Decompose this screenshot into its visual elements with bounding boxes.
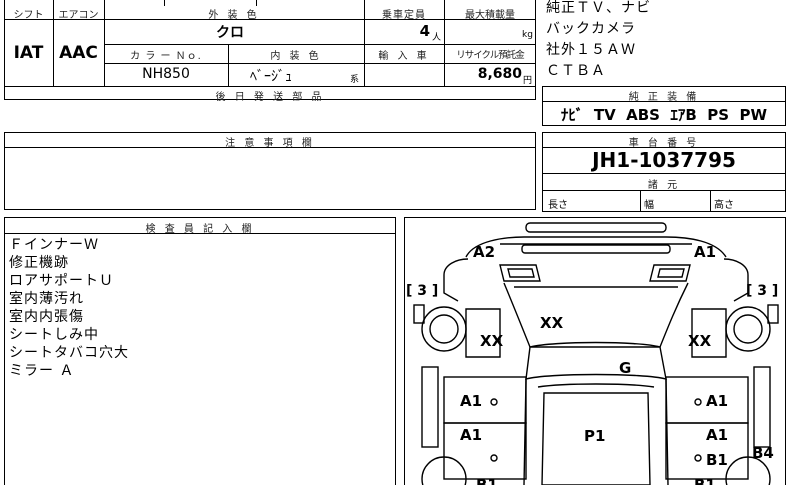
recycle-fee-unit: 円 — [523, 76, 533, 86]
mark-door-fr: A1 — [706, 392, 728, 410]
import-label: 輸 入 車 — [378, 51, 430, 62]
mark-door-fl: A1 — [460, 392, 482, 410]
passengers-unit: 人 — [432, 33, 442, 43]
mark-bottom-right: B1 — [694, 476, 716, 485]
int-color-label: 内 装 色 — [270, 51, 322, 62]
mark-hood: XX — [540, 314, 564, 332]
later-parts-label: 後 日 発 送 部 品 — [215, 92, 325, 103]
height-label: 高さ — [714, 200, 734, 211]
inspector-note: 室内薄汚れ — [9, 291, 84, 307]
width-label: 幅 — [644, 200, 654, 211]
chassis-number: JH1-1037795 — [592, 148, 736, 172]
passengers-value: 4 — [419, 22, 430, 40]
length-label: 長さ — [548, 200, 568, 211]
car-diagram: [ 3 ] [ 3 ] A2 A1 XX XX XX G A1 A1 A1 A1… — [406, 222, 779, 485]
shift-value: IAT — [13, 43, 44, 63]
option-line-1: 純正ＴＶ、ナビ — [546, 0, 651, 16]
int-color-suffix: 系 — [350, 75, 360, 85]
mark-roof: P1 — [584, 427, 605, 445]
inspector-label: 検 査 員 記 入 欄 — [145, 224, 255, 235]
ext-color-label: 外 装 色 — [208, 10, 260, 21]
recycle-fee-value: 8,680 — [477, 66, 522, 82]
passengers-label: 乗車定員 — [382, 10, 426, 21]
mark-door-rr: A1 — [706, 426, 728, 444]
mark-front-left: A2 — [473, 243, 495, 261]
int-color-value: ﾍﾞｰｼﾞｭ — [250, 69, 292, 85]
equipment-label: 純 正 装 備 — [628, 92, 700, 103]
inspector-note: 修正機跡 — [9, 255, 69, 271]
aircon-value: AAC — [59, 43, 98, 63]
mark-fender-right: XX — [688, 332, 712, 350]
inspector-note: ＦインナーＷ — [9, 237, 99, 253]
inspector-note: 室内内張傷 — [9, 309, 84, 325]
mark-quarter-right: B4 — [752, 444, 774, 462]
inspector-note: ロアサポートＵ — [9, 273, 114, 289]
bracket-left: [ 3 ] — [406, 283, 438, 299]
option-line-2: バックカメラ — [546, 21, 636, 37]
equipment-items: ﾅﾋﾞ TV ABS ｴｱB PS PW — [560, 106, 768, 124]
inspector-note: シートタバコ穴大 — [9, 345, 129, 361]
mark-windshield: G — [619, 359, 631, 377]
max-load-unit: kg — [522, 30, 533, 40]
mark-door-rl: A1 — [460, 426, 482, 444]
specs-label: 諸 元 — [647, 180, 681, 191]
color-no-label: カ ラ ー Ｎｏ. — [130, 51, 202, 62]
recycle-label: リサイクル預託金 — [456, 50, 525, 61]
shift-label: シフト — [13, 10, 44, 21]
max-load-label: 最大積載量 — [465, 10, 515, 21]
aircon-label: エアコン — [58, 10, 99, 21]
mark-door-rr2: B1 — [706, 451, 728, 469]
option-line-3: 社外１５ＡＷ — [546, 42, 636, 58]
mark-fender-left: XX — [480, 332, 504, 350]
bracket-right: [ 3 ] — [746, 283, 778, 299]
mark-front-right: A1 — [694, 243, 716, 261]
notes-label: 注 意 事 項 欄 — [225, 138, 315, 149]
chassis-label: 車 台 番 号 — [628, 138, 700, 149]
inspector-note: シートしみ中 — [9, 327, 99, 343]
color-no-value: NH850 — [142, 66, 190, 82]
ext-color-value: クロ — [216, 25, 244, 41]
inspector-note: ミラー Ａ — [9, 363, 75, 379]
option-line-4: ＣＴＢＡ — [546, 63, 606, 79]
mark-bottom-left: B1 — [476, 476, 498, 485]
